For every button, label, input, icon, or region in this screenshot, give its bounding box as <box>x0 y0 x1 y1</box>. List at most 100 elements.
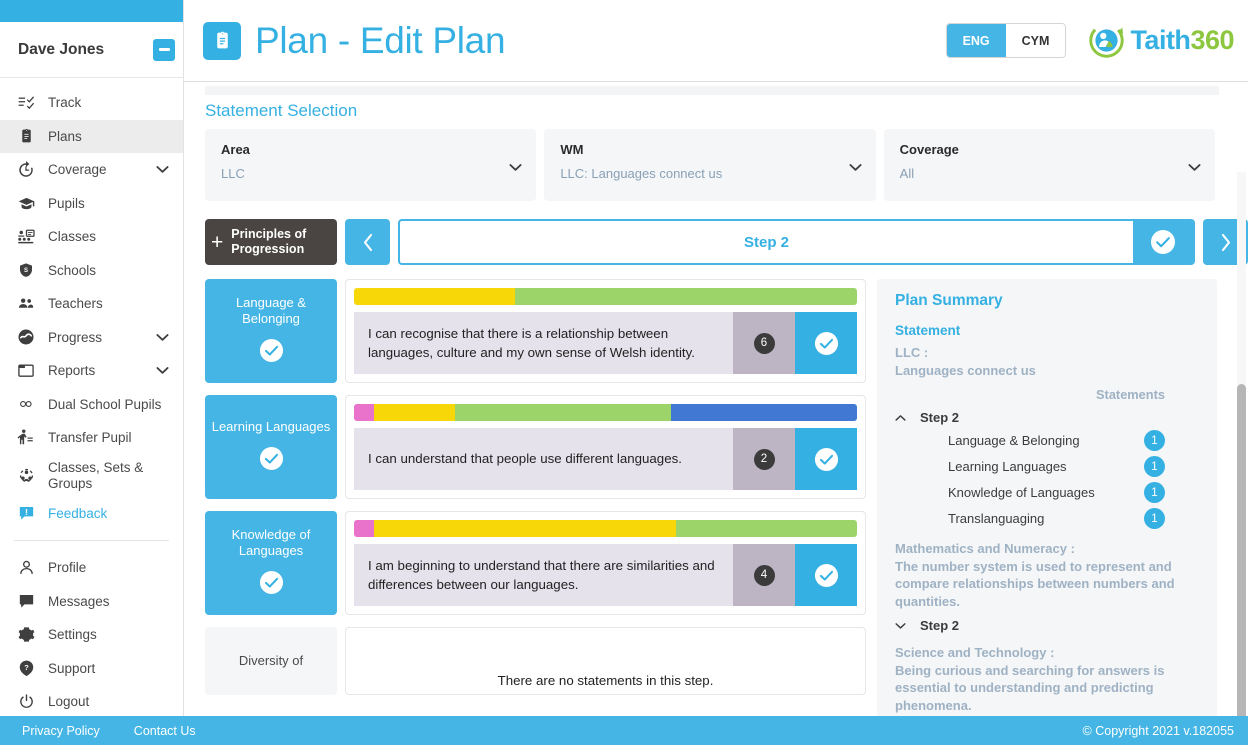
language-toggle: ENG CYM <box>945 23 1067 58</box>
sidebar-item-support[interactable]: ? Support <box>0 652 183 686</box>
lang-cym-button[interactable]: CYM <box>1005 24 1066 57</box>
sidebar-item-label: Support <box>48 660 96 676</box>
row-tab-label: Knowledge of Languages <box>231 526 311 558</box>
chevron-down-icon[interactable] <box>155 366 169 375</box>
sidebar-item-pupils[interactable]: Pupils <box>0 187 183 221</box>
sidebar-item-logout[interactable]: Logout <box>0 685 183 716</box>
plan-summary-line-label: Language & Belonging <box>948 433 1080 449</box>
reports-icon <box>15 361 37 381</box>
plan-summary-line[interactable]: Learning Languages 1 <box>895 456 1201 478</box>
sidebar-item-plans[interactable]: Plans <box>0 119 183 153</box>
statement-text: I can understand that people use differe… <box>354 428 733 490</box>
row-tab-label: Diversity of <box>238 652 304 668</box>
check-circle-icon <box>259 446 284 475</box>
sidebar-item-label: Transfer Pupil <box>48 430 132 446</box>
progress-bar <box>354 520 857 537</box>
step-confirm-button[interactable] <box>1133 221 1193 263</box>
sidebar-collapse-button[interactable] <box>153 38 175 61</box>
feedback-icon <box>15 503 37 523</box>
sidebar-item-label: Profile <box>48 560 87 576</box>
context-line: Science and Technology : <box>895 645 1055 661</box>
statement-row: Language & Belonging I can recognise that… <box>205 279 866 383</box>
row-tab[interactable]: Diversity of <box>205 627 337 695</box>
statement-select-button[interactable] <box>795 544 857 606</box>
section-title: Statement Selection <box>205 101 358 120</box>
sidebar-item-profile[interactable]: Profile <box>0 551 183 585</box>
sidebar-item-classes[interactable]: Classes <box>0 220 183 254</box>
statement-text: I am beginning to understand that there … <box>354 544 733 606</box>
plan-summary-step-toggle[interactable]: Step 2 <box>895 618 1201 633</box>
statement-select-button[interactable] <box>795 428 857 490</box>
count-badge: 4 <box>753 564 775 586</box>
sidebar-item-settings[interactable]: Settings <box>0 618 183 652</box>
chevron-down-icon[interactable] <box>155 165 169 174</box>
sidebar-nav: Track Plans Coverage Pupils Classes S Schools T… <box>0 78 183 530</box>
statement-select-button[interactable] <box>795 312 857 374</box>
app-root: Dave Jones Track Plans Coverage Pupils Class… <box>0 0 1248 745</box>
page-title: Plan - Edit Plan <box>255 19 506 61</box>
statement-count: 4 <box>733 544 795 606</box>
dual-school-pupils-icon <box>15 394 37 414</box>
sidebar-item-teachers[interactable]: Teachers <box>0 287 183 321</box>
sidebar-item-reports[interactable]: Reports <box>0 354 183 388</box>
progress-segment <box>670 404 857 421</box>
sidebar-item-progress[interactable]: Progress <box>0 321 183 355</box>
sidebar-user-header: Dave Jones <box>0 22 183 78</box>
plan-summary-context-line1: LLC : <box>895 345 929 360</box>
sidebar-item-coverage[interactable]: Coverage <box>0 153 183 187</box>
plan-summary-line[interactable]: Language & Belonging 1 <box>895 430 1201 452</box>
contact-us-link[interactable]: Contact Us <box>134 724 196 738</box>
classes-sets-groups-icon <box>15 466 37 486</box>
main-scrollbar-track[interactable] <box>1237 172 1246 716</box>
chevron-down-icon[interactable] <box>509 159 522 177</box>
sidebar-item-label: Classes <box>48 229 97 245</box>
settings-icon <box>15 625 37 645</box>
sidebar-item-schools[interactable]: S Schools <box>0 254 183 288</box>
row-tab-label: Language & Belonging <box>235 294 307 326</box>
brand-suffix: 360 <box>1190 25 1234 55</box>
selector-value: LLC <box>221 166 245 181</box>
chevron-down-icon[interactable] <box>1188 159 1201 177</box>
row-tab[interactable]: Knowledge of Languages <box>205 511 337 615</box>
previous-step-button[interactable] <box>345 219 390 265</box>
sidebar-item-messages[interactable]: Messages <box>0 585 183 619</box>
chevron-down-icon[interactable] <box>155 333 169 342</box>
context-line: The number system is used to represent a… <box>895 558 1175 609</box>
plan-summary-line[interactable]: Translanguaging 1 <box>895 508 1201 530</box>
sidebar-item-dual-school-pupils[interactable]: Dual School Pupils <box>0 388 183 422</box>
plan-summary-title: Plan Summary <box>895 292 1003 309</box>
plan-summary-line[interactable]: Knowledge of Languages 1 <box>895 482 1201 504</box>
sidebar-item-classes-sets-groups[interactable]: Classes, Sets & Groups <box>0 455 183 497</box>
brand-logo: Taith360 <box>1088 22 1234 59</box>
progress-icon <box>15 327 37 347</box>
privacy-policy-link[interactable]: Privacy Policy <box>22 724 100 738</box>
row-body: I can recognise that there is a relation… <box>345 279 866 383</box>
sidebar-item-transfer-pupil[interactable]: Transfer Pupil <box>0 421 183 455</box>
step-navigation: + Principles of Progression Step 2 <box>184 201 1248 265</box>
principles-of-progression-button[interactable]: + Principles of Progression <box>205 219 337 265</box>
selector-label: Coverage <box>899 142 959 157</box>
plan-summary-line-count: 1 <box>1144 430 1165 452</box>
selector-wm[interactable]: WM LLC: Languages connect us <box>544 129 876 201</box>
main-scrollbar-thumb[interactable] <box>1237 384 1246 716</box>
selector-area[interactable]: Area LLC <box>205 129 537 201</box>
plan-summary-step-toggle[interactable]: Step 2 <box>895 410 1201 425</box>
progress-segment <box>454 404 671 421</box>
sidebar-item-label: Classes, Sets & Groups <box>48 460 144 491</box>
plan-summary-line-label: Learning Languages <box>948 459 1067 475</box>
plan-summary-panel: Plan Summary Statement LLC : Languages c… <box>877 279 1217 716</box>
chevron-down-icon[interactable] <box>895 622 906 630</box>
sidebar-item-label: Reports <box>48 363 96 379</box>
selector-value: All <box>899 166 915 181</box>
statement-count: 2 <box>733 428 795 490</box>
transfer-pupil-icon <box>15 428 37 448</box>
lang-eng-button[interactable]: ENG <box>946 24 1006 57</box>
sidebar-item-track[interactable]: Track <box>0 86 183 120</box>
chevron-down-icon[interactable] <box>849 159 862 177</box>
sidebar-item-feedback[interactable]: Feedback <box>0 497 183 531</box>
schools-icon: S <box>15 260 37 280</box>
chevron-up-icon[interactable] <box>895 414 906 422</box>
row-tab[interactable]: Language & Belonging <box>205 279 337 383</box>
row-tab[interactable]: Learning Languages <box>205 395 337 499</box>
selector-coverage[interactable]: Coverage All <box>883 129 1215 201</box>
